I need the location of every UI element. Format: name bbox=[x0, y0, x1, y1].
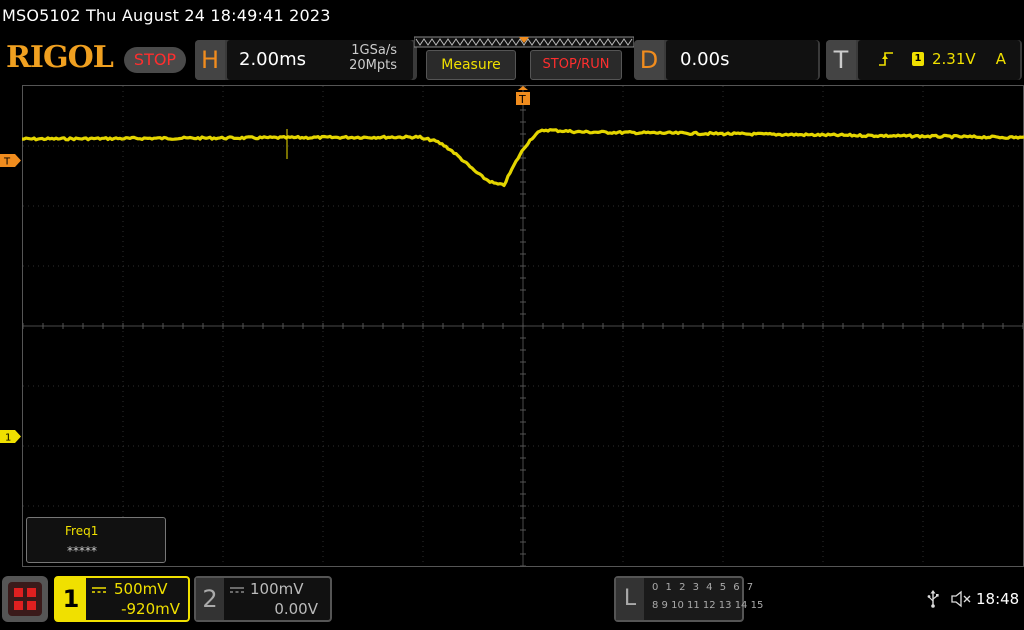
rigol-logo: RIGOL bbox=[6, 40, 114, 75]
system-clock: 18:48 bbox=[976, 590, 1020, 608]
delay-panel[interactable]: 0.00s bbox=[666, 40, 818, 80]
speaker-muted-icon[interactable] bbox=[950, 590, 972, 608]
waveform-display[interactable] bbox=[22, 85, 1024, 567]
delay-settings[interactable]: D 0.00s bbox=[634, 40, 820, 80]
horizontal-settings[interactable]: H 2.00ms 1GSa/s 20Mpts bbox=[195, 40, 417, 80]
memory-depth: 20Mpts bbox=[349, 58, 397, 73]
channel1-offset: -920mV bbox=[121, 600, 180, 618]
menu-grid-icon bbox=[8, 582, 42, 616]
title-bar: MSO5102 Thu August 24 18:49:41 2023 bbox=[0, 0, 1024, 34]
logic-analyzer-label: L bbox=[616, 578, 644, 620]
channel2-number: 2 bbox=[196, 578, 224, 620]
delay-label: D bbox=[634, 40, 664, 80]
device-datetime-title: MSO5102 Thu August 24 18:49:41 2023 bbox=[2, 6, 331, 25]
measurement-value: ***** bbox=[67, 544, 97, 558]
trigger-level-marker-label: T bbox=[3, 157, 11, 168]
channel1-offset-marker[interactable]: 1 bbox=[0, 430, 22, 443]
sample-rate: 1GSa/s bbox=[351, 43, 397, 58]
logic-channels-row2: 8 9 10 11 12 13 14 15 bbox=[652, 600, 764, 611]
main-menu-button[interactable] bbox=[2, 576, 48, 622]
channel2-panel[interactable]: 2 100mV 0.00V bbox=[194, 576, 332, 622]
timebase-value: 2.00ms bbox=[239, 49, 306, 70]
trigger-settings[interactable]: T 1 2.31V A bbox=[826, 40, 1022, 80]
run-state-badge[interactable]: STOP bbox=[124, 47, 186, 73]
channel1-offset-marker-label: 1 bbox=[5, 433, 11, 444]
trigger-mode: A bbox=[995, 50, 1006, 68]
usb-icon bbox=[927, 590, 939, 608]
horizontal-label: H bbox=[195, 40, 225, 80]
trigger-level-marker[interactable]: T bbox=[0, 154, 22, 167]
dc-coupling-icon bbox=[92, 587, 106, 593]
rising-edge-icon bbox=[879, 52, 893, 66]
trigger-panel[interactable]: 1 2.31V A bbox=[858, 40, 1020, 80]
channel2-scale: 100mV bbox=[250, 580, 304, 598]
trigger-label: T bbox=[826, 40, 856, 80]
channel2-offset: 0.00V bbox=[274, 600, 318, 618]
top-toolbar: RIGOL STOP H 2.00ms 1GSa/s 20Mpts Measur… bbox=[0, 36, 1024, 84]
trigger-position-strip bbox=[414, 36, 634, 48]
trigger-level: 2.31V bbox=[932, 50, 976, 68]
logic-analyzer-panel[interactable]: L 0 1 2 3 4 5 6 7 8 9 10 11 12 13 14 15 bbox=[614, 576, 763, 622]
measure-button[interactable]: Measure bbox=[426, 50, 516, 80]
delay-value: 0.00s bbox=[680, 49, 730, 70]
measurement-freq-box[interactable]: Freq1 ***** bbox=[26, 517, 166, 563]
channel1-scale: 500mV bbox=[114, 580, 168, 598]
channel1-number: 1 bbox=[56, 578, 86, 620]
sample-info: 1GSa/s 20Mpts bbox=[349, 43, 397, 73]
trigger-position-marker-label: T bbox=[518, 93, 526, 106]
trigger-source-channel: 1 bbox=[912, 52, 924, 66]
dc-coupling-icon bbox=[230, 587, 244, 593]
horizontal-timebase-panel[interactable]: 2.00ms 1GSa/s 20Mpts bbox=[227, 40, 413, 80]
stop-run-button[interactable]: STOP/RUN bbox=[530, 50, 622, 80]
logic-channels-row1: 0 1 2 3 4 5 6 7 bbox=[652, 582, 756, 593]
trigger-position-marker[interactable]: T bbox=[515, 86, 531, 108]
bottom-status-bar: 1 500mV -920mV 2 100mV 0.00V L 0 1 2 3 4… bbox=[0, 568, 1024, 630]
measurement-name: Freq1 bbox=[65, 524, 99, 538]
waveform-grid bbox=[22, 85, 1024, 567]
channel1-panel[interactable]: 1 500mV -920mV bbox=[54, 576, 190, 622]
